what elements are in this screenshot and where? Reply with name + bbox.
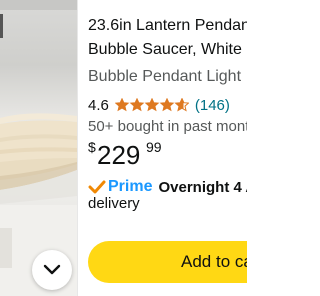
image-divider: [77, 0, 78, 296]
prime-check-icon: [88, 180, 106, 194]
delivery-speed: Overnight 4 AM - 8 AM: [158, 178, 247, 196]
rating-row[interactable]: 4.6 (146): [88, 95, 230, 115]
product-title[interactable]: 23.6in Lantern Pendant Bubble Saucer, Wh…: [88, 14, 247, 62]
product-brand-line: Bubble Pendant Light: [88, 68, 242, 85]
next-image-button[interactable]: [32, 250, 72, 290]
chevron-down-icon: [43, 264, 61, 275]
add-to-cart-label: Add to cart: [181, 252, 247, 271]
product-title-line-2: Bubble Saucer, White: [88, 41, 242, 58]
add-to-cart-button[interactable]: Add to cart: [88, 241, 247, 283]
product-result-card[interactable]: 23.6in Lantern Pendant Bubble Saucer, Wh…: [0, 0, 247, 296]
star-icon: [114, 98, 189, 111]
review-count-link[interactable]: (146): [195, 97, 230, 114]
price-fraction: 99: [146, 139, 162, 155]
price-whole: 229: [97, 140, 141, 170]
star-rating: [114, 98, 189, 112]
rating-value: 4.6: [88, 96, 109, 114]
product-title-line-1: 23.6in Lantern Pendant: [88, 17, 247, 34]
bought-in-past-month: 50+ bought in past month: [88, 118, 247, 135]
delivery-text: delivery: [88, 195, 140, 212]
product-image[interactable]: [0, 0, 77, 296]
lantern-lamp-image: [0, 0, 77, 296]
price-symbol: $: [88, 139, 96, 155]
